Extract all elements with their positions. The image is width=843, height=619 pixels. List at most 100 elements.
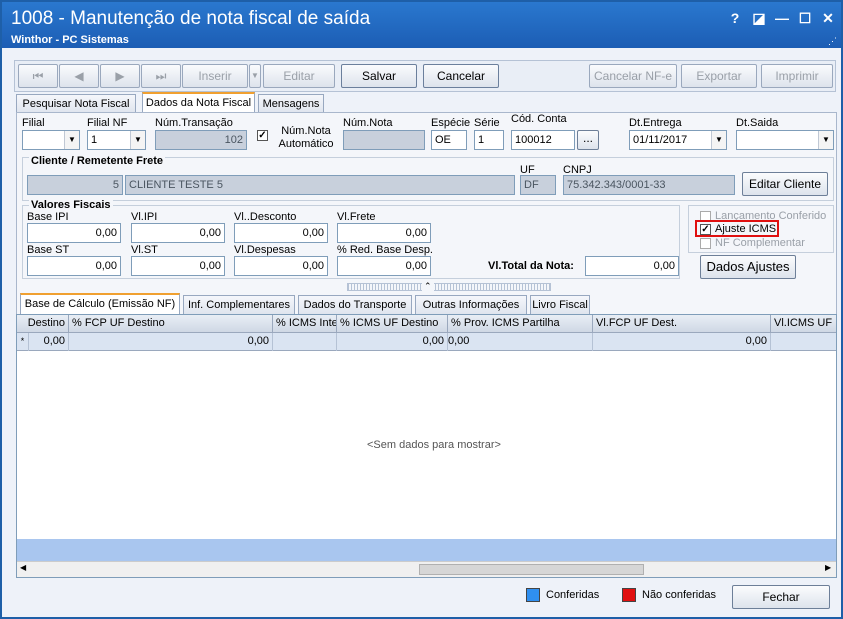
valores-section-title: Valores Fiscais	[29, 199, 113, 211]
edit-button[interactable]: Editar	[263, 64, 335, 88]
cnpj-field: 75.342.343/0001-33	[563, 175, 735, 195]
editar-cliente-button[interactable]: Editar Cliente	[742, 172, 828, 196]
help-button[interactable]: ?	[726, 10, 744, 26]
table-cell[interactable]	[771, 333, 836, 351]
conferidas-label: Conferidas	[546, 589, 600, 601]
minimize-button[interactable]: —	[773, 10, 791, 26]
red-base-field[interactable]: 0,00	[337, 256, 431, 276]
serie-field[interactable]: 1	[474, 130, 504, 150]
vl-desconto-field[interactable]: 0,00	[234, 223, 328, 243]
dt-saida-field[interactable]: ▼	[736, 130, 834, 150]
total-label: Vl.Total da Nota:	[488, 260, 574, 272]
col-prov-icms-partilha[interactable]: % Prov. ICMS Partilha	[448, 315, 593, 333]
num-nota-auto-checkbox[interactable]: ✓	[257, 130, 268, 141]
cod-conta-field[interactable]: 100012	[511, 130, 575, 150]
scrollbar-thumb[interactable]	[419, 564, 644, 575]
base-st-field[interactable]: 0,00	[27, 256, 121, 276]
num-nota-field[interactable]	[343, 130, 425, 150]
tab-pesquisar[interactable]: Pesquisar Nota Fiscal	[16, 94, 136, 113]
chevron-down-icon: ▼	[130, 131, 145, 149]
horizontal-scrollbar[interactable]: ◀ ▶	[17, 561, 836, 577]
export-button[interactable]: Exportar	[681, 64, 757, 88]
grid-header: Destino % FCP UF Destino % ICMS Inte % I…	[17, 315, 836, 333]
cod-conta-lookup-button[interactable]: ...	[577, 130, 599, 150]
insert-dropdown-icon[interactable]: ▼	[249, 64, 261, 88]
num-transacao-field: 102	[155, 130, 247, 150]
table-cell[interactable]: 0,00	[69, 333, 273, 351]
fechar-button[interactable]: Fechar	[732, 585, 830, 609]
base-ipi-field[interactable]: 0,00	[27, 223, 121, 243]
col-icms-uf-destino[interactable]: % ICMS UF Destino	[337, 315, 448, 333]
filial-label: Filial	[22, 117, 45, 129]
app-window: 1008 - Manutenção de nota fiscal de saíd…	[0, 0, 843, 619]
tab-dados-nota[interactable]: Dados da Nota Fiscal	[142, 92, 255, 113]
vl-st-field[interactable]: 0,00	[131, 256, 225, 276]
num-nota-auto-label: Núm.Nota Automático	[278, 125, 334, 150]
uf-field: DF	[520, 175, 556, 195]
vl-despesas-field[interactable]: 0,00	[234, 256, 328, 276]
serie-label: Série	[474, 117, 500, 129]
dt-saida-label: Dt.Saida	[736, 117, 779, 129]
num-transacao-label: Núm.Transação	[155, 117, 233, 129]
tab-livro-fiscal[interactable]: Livro Fiscal	[530, 295, 590, 314]
cancel-nfe-button[interactable]: Cancelar NF-e	[589, 64, 677, 88]
col-icms-inter[interactable]: % ICMS Inte	[273, 315, 337, 333]
filial-select[interactable]: ▼	[22, 130, 80, 150]
tab-dados-transporte[interactable]: Dados do Transporte	[298, 295, 412, 314]
scroll-left-icon[interactable]: ◀	[20, 563, 26, 572]
tab-outras-informacoes[interactable]: Outras Informações	[415, 295, 527, 314]
table-cell[interactable]: 0,00	[448, 333, 593, 351]
red-base-label: % Red. Base Desp.	[337, 244, 433, 256]
total-field[interactable]: 0,00	[585, 256, 679, 276]
chevron-up-icon[interactable]: ⌃	[422, 281, 434, 292]
nf-complementar-checkbox[interactable]	[700, 238, 711, 249]
base-ipi-label: Base IPI	[27, 211, 69, 223]
cod-conta-label: Cód. Conta	[511, 113, 567, 125]
data-grid: Destino % FCP UF Destino % ICMS Inte % I…	[16, 314, 837, 578]
col-vl-icms-uf-dest[interactable]: Vl.ICMS UF D	[771, 315, 836, 333]
chevron-down-icon: ▼	[711, 131, 726, 149]
especie-label: Espécie	[431, 117, 471, 129]
col-vl-fcp-uf-dest[interactable]: Vl.FCP UF Dest.	[593, 315, 771, 333]
maximize-button[interactable]: ☐	[796, 10, 814, 26]
dados-ajustes-button[interactable]: Dados Ajustes	[700, 255, 796, 279]
vl-frete-field[interactable]: 0,00	[337, 223, 431, 243]
status-bar: Conferidas Não conferidas Fechar	[2, 580, 841, 617]
scroll-right-icon[interactable]: ▶	[825, 563, 831, 572]
prev-record-button[interactable]: ◀	[59, 64, 99, 88]
first-record-button[interactable]: ⏮	[18, 64, 58, 88]
cancel-button[interactable]: Cancelar	[423, 64, 499, 88]
window-subtitle: Winthor - PC Sistemas	[11, 34, 129, 46]
table-row[interactable]: * 0,00 0,00 0,00 0,00 0,00	[17, 333, 836, 351]
table-cell[interactable]: 0,00	[29, 333, 69, 351]
especie-field[interactable]: OE	[431, 130, 467, 150]
vl-ipi-field[interactable]: 0,00	[131, 223, 225, 243]
print-button[interactable]: Imprimir	[761, 64, 833, 88]
next-record-button[interactable]: ▶	[100, 64, 140, 88]
col-destino[interactable]: Destino	[17, 315, 69, 333]
insert-button[interactable]: Inserir	[182, 64, 248, 88]
vl-ipi-label: Vl.IPI	[131, 211, 158, 223]
dt-entrega-label: Dt.Entrega	[629, 117, 682, 129]
grid-footer	[17, 539, 836, 561]
close-button[interactable]: ✕	[819, 10, 837, 26]
last-record-button[interactable]: ⏭	[141, 64, 181, 88]
conferidas-legend-swatch	[526, 588, 540, 602]
tab-inf-complementares[interactable]: Inf. Complementares	[183, 295, 295, 314]
dt-entrega-field[interactable]: 01/11/2017 ▼	[629, 130, 727, 150]
ajuste-icms-checkbox[interactable]: ✓	[700, 224, 711, 235]
col-fcp-uf-destino[interactable]: % FCP UF Destino	[69, 315, 273, 333]
window-body: ⏮ ◀ ▶ ⏭ Inserir ▼ Editar Salvar Cancelar…	[2, 48, 841, 617]
save-button[interactable]: Salvar	[341, 64, 417, 88]
filial-nf-select[interactable]: 1 ▼	[87, 130, 146, 150]
table-cell[interactable]	[273, 333, 337, 351]
tab-base-calculo[interactable]: Base de Cálculo (Emissão NF)	[20, 293, 180, 314]
title-bar: 1008 - Manutenção de nota fiscal de saíd…	[2, 2, 841, 48]
num-nota-label: Núm.Nota	[343, 117, 393, 129]
table-cell[interactable]: 0,00	[337, 333, 448, 351]
splitter-handle[interactable]	[347, 283, 551, 291]
restore-button[interactable]: ◪	[750, 10, 768, 26]
tab-mensagens[interactable]: Mensagens	[258, 94, 324, 113]
chevron-down-icon: ▼	[818, 131, 833, 149]
table-cell[interactable]: 0,00	[593, 333, 771, 351]
